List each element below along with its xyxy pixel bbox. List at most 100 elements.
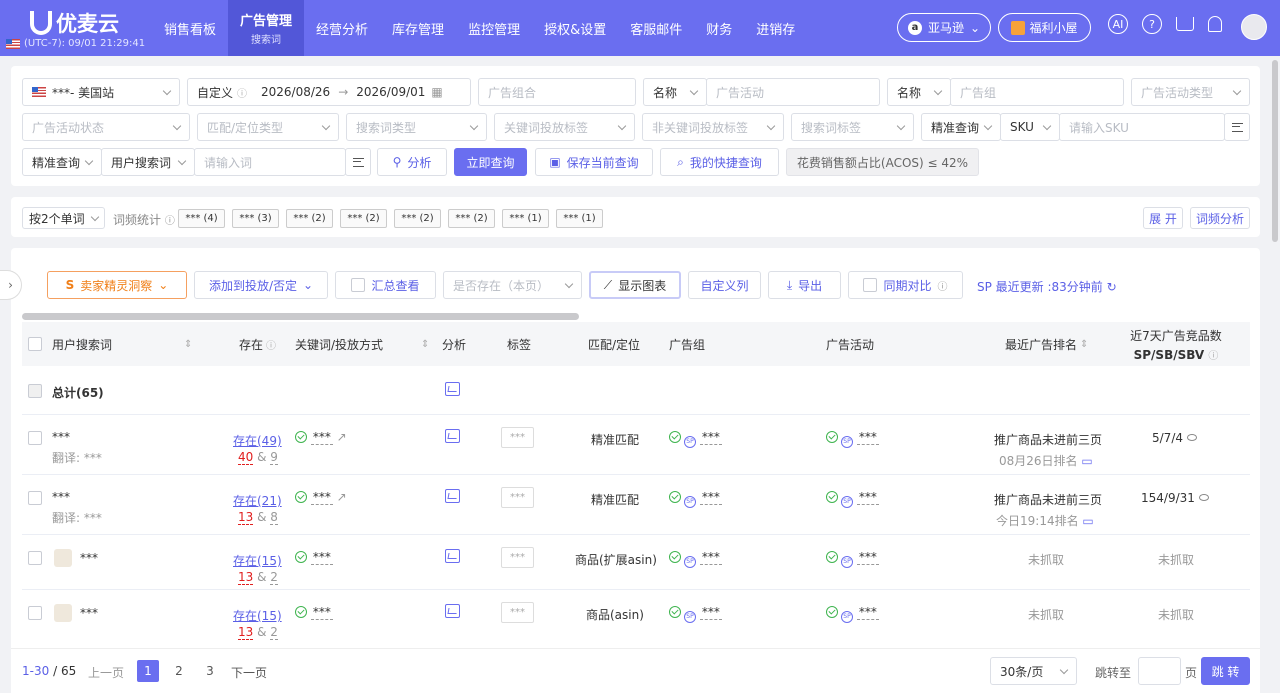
- prev-page-button[interactable]: 上一页: [88, 664, 124, 681]
- logo[interactable]: 优麦云: [30, 8, 119, 38]
- search-term-tag-select[interactable]: 搜索词标签: [791, 113, 914, 141]
- word-freq-tag[interactable]: *** (4): [178, 209, 225, 228]
- campaign-status-select[interactable]: 广告活动状态: [22, 113, 190, 141]
- page-size-select[interactable]: 30条/页: [990, 657, 1077, 685]
- sku-input[interactable]: 请输入SKU: [1059, 113, 1225, 141]
- row-checkbox[interactable]: [28, 551, 42, 568]
- jump-button[interactable]: 跳 转: [1201, 657, 1250, 685]
- word-freq-tag[interactable]: *** (2): [394, 209, 441, 228]
- row-checkbox[interactable]: [28, 431, 42, 448]
- refresh-icon[interactable]: ↻: [1107, 280, 1117, 294]
- checkbox[interactable]: [28, 337, 42, 351]
- campaign-cell[interactable]: SP ***: [826, 430, 879, 448]
- word-batch-button[interactable]: [345, 148, 371, 176]
- horizontal-scrollbar[interactable]: [22, 313, 579, 320]
- checkbox[interactable]: [28, 606, 42, 620]
- expand-button[interactable]: 展 开: [1143, 207, 1183, 229]
- total-checkbox[interactable]: [28, 384, 42, 401]
- nav-ad-management[interactable]: 广告管理 搜索词: [228, 0, 305, 56]
- sort-icon[interactable]: ⇕: [184, 339, 192, 350]
- eye-icon[interactable]: [1187, 434, 1197, 441]
- quick-query-button[interactable]: ⌕ 我的快捷查询: [660, 148, 779, 176]
- product-term[interactable]: ***: [54, 549, 98, 567]
- ad-group-input[interactable]: 广告组: [950, 78, 1124, 106]
- acos-filter-tag[interactable]: 花费销售额占比(ACOS) ≤ 42%: [786, 148, 979, 176]
- keyword-cell[interactable]: *** ↗: [295, 490, 347, 505]
- external-link-icon[interactable]: ↗: [337, 490, 347, 504]
- page-2-button[interactable]: 2: [168, 660, 190, 682]
- campaign-input[interactable]: 广告活动: [706, 78, 880, 106]
- jump-page-input[interactable]: [1138, 657, 1181, 685]
- page-1-button[interactable]: 1: [137, 660, 159, 682]
- precise-query-select[interactable]: 精准查询: [921, 113, 1001, 141]
- count-b[interactable]: 8: [270, 510, 278, 525]
- row-checkbox[interactable]: [28, 491, 42, 508]
- ai-icon[interactable]: AI: [1108, 14, 1128, 34]
- keyword-tag-select[interactable]: 关键词投放标签: [494, 113, 635, 141]
- campaign-cell[interactable]: SP ***: [826, 550, 879, 568]
- count-a[interactable]: 40: [238, 450, 254, 465]
- tag-cell[interactable]: ***: [501, 547, 534, 568]
- marketplace-select[interactable]: a 亚马逊 ⌄: [897, 13, 991, 42]
- campaign-type-select[interactable]: 广告活动类型: [1131, 78, 1250, 106]
- query-button[interactable]: 立即查询: [454, 148, 527, 176]
- exists-link[interactable]: 存在(15): [233, 552, 282, 569]
- store-select[interactable]: ***- 美国站: [22, 78, 180, 106]
- custom-columns-button[interactable]: 自定义列: [688, 271, 761, 299]
- count-b[interactable]: 2: [270, 570, 278, 585]
- save-query-button[interactable]: ▣ 保存当前查询: [535, 148, 653, 176]
- exists-link[interactable]: 存在(21): [233, 492, 282, 509]
- word-freq-tag[interactable]: *** (2): [448, 209, 495, 228]
- analysis-chart-button[interactable]: [445, 549, 460, 566]
- precise-query-select-2[interactable]: 精准查询: [22, 148, 102, 176]
- nav-business-analysis[interactable]: 经营分析: [304, 0, 380, 56]
- ad-portfolio-select[interactable]: 广告组合: [478, 78, 636, 106]
- checkbox[interactable]: [28, 491, 42, 505]
- analysis-chart-button[interactable]: [445, 604, 460, 621]
- export-button[interactable]: ⤓ 导出: [768, 271, 841, 299]
- analysis-chart-button[interactable]: [445, 489, 460, 506]
- checkbox[interactable]: [351, 278, 366, 292]
- col-user-term[interactable]: 用户搜索词 ⇕: [52, 322, 192, 366]
- campaign-cell[interactable]: SP ***: [826, 490, 879, 508]
- nav-auth-settings[interactable]: 授权&设置: [532, 0, 618, 56]
- campaign-cell[interactable]: SP ***: [826, 605, 879, 623]
- ad-group-cell[interactable]: SP ***: [669, 430, 722, 448]
- product-term[interactable]: ***: [54, 604, 98, 622]
- nav-purchase-sales-inventory[interactable]: 进销存: [744, 0, 807, 56]
- checkbox[interactable]: [28, 431, 42, 445]
- sku-select[interactable]: SKU: [1000, 113, 1060, 141]
- word-input[interactable]: 请输入词: [194, 148, 346, 176]
- ad-group-cell[interactable]: SP ***: [669, 490, 722, 508]
- count-b[interactable]: 9: [270, 450, 278, 465]
- row-checkbox[interactable]: [28, 606, 42, 623]
- nav-finance[interactable]: 财务: [694, 0, 744, 56]
- user-term[interactable]: ***: [52, 430, 70, 444]
- col-keyword[interactable]: 关键词/投放方式 ⇕: [295, 322, 429, 366]
- welfare-house-button[interactable]: 福利小屋: [998, 13, 1091, 42]
- header-checkbox[interactable]: [28, 322, 42, 366]
- sort-icon[interactable]: ⇕: [421, 339, 429, 350]
- group-name-select[interactable]: 名称: [887, 78, 951, 106]
- next-page-button[interactable]: 下一页: [231, 664, 267, 681]
- seller-sprite-insight-button[interactable]: S 卖家精灵洞察 ⌄: [47, 271, 187, 299]
- nav-monitoring[interactable]: 监控管理: [456, 0, 532, 56]
- match-type-select[interactable]: 匹配/定位类型: [197, 113, 339, 141]
- ad-group-cell[interactable]: SP ***: [669, 550, 722, 568]
- tag-cell[interactable]: ***: [501, 487, 534, 508]
- date-range-picker[interactable]: 自定义 ⓘ 2026/08/26 → 2026/09/01 ▦: [187, 78, 471, 106]
- count-a[interactable]: 13: [238, 570, 254, 585]
- word-freq-tag[interactable]: *** (1): [556, 209, 603, 228]
- product-thumbnail[interactable]: [54, 604, 72, 622]
- page-3-button[interactable]: 3: [199, 660, 221, 682]
- tag-cell[interactable]: ***: [501, 602, 534, 623]
- total-chart-button[interactable]: [445, 382, 460, 399]
- exists-link[interactable]: 存在(49): [233, 432, 282, 449]
- summary-view-checkbox[interactable]: 汇总查看: [335, 271, 436, 299]
- keyword-cell[interactable]: ***: [295, 550, 333, 565]
- count-b[interactable]: 2: [270, 625, 278, 640]
- word-freq-tag[interactable]: *** (1): [502, 209, 549, 228]
- campaign-name-select[interactable]: 名称: [643, 78, 707, 106]
- count-a[interactable]: 13: [238, 510, 254, 525]
- external-link-icon[interactable]: ↗: [337, 430, 347, 444]
